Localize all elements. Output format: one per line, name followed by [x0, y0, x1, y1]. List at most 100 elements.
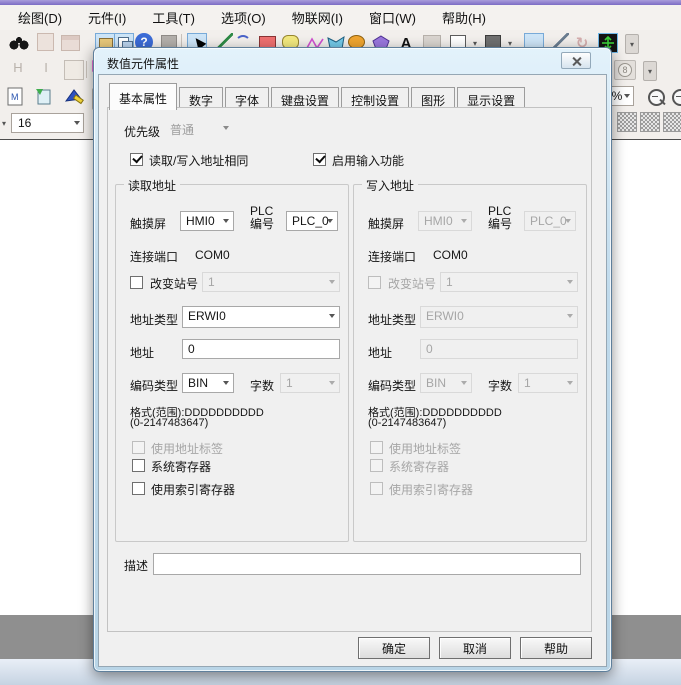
system-register-checkbox[interactable] — [132, 459, 145, 472]
numeric-element-properties-dialog: 数值元件属性 基本属性 数字 字体 键盘设置 控制设置 图形 显示设置 优先级 … — [93, 47, 612, 672]
read-address-group-title: 读取地址 — [124, 177, 180, 194]
menu-draw[interactable]: 绘图(D) — [18, 8, 62, 27]
format-range-line2: (0-2147483647) — [130, 417, 208, 429]
menu-options[interactable]: 选项(O) — [221, 8, 266, 27]
priority-label: 优先级 — [124, 123, 160, 140]
align-horizontal-icon: H — [8, 60, 28, 80]
change-station-label: 改变站号 — [388, 275, 436, 292]
close-button[interactable] — [561, 52, 591, 69]
hmi-label: 触摸屏 — [368, 215, 404, 232]
change-station-checkbox — [368, 276, 381, 289]
use-address-tag-checkbox — [132, 441, 145, 454]
plc-number-label: PLC编号 — [250, 205, 284, 231]
align-vertical-icon: I — [36, 60, 56, 80]
enable-input-label: 启用输入功能 — [332, 152, 404, 169]
find-icon[interactable] — [9, 33, 29, 53]
enable-input-checkbox[interactable] — [313, 153, 326, 166]
plc-number-label: PLC编号 — [488, 205, 522, 231]
menu-iot[interactable]: 物联网(I) — [292, 8, 343, 27]
word-count-label: 字数 — [250, 377, 274, 394]
address-type-label: 地址类型 — [130, 311, 178, 328]
menu-element[interactable]: 元件(I) — [88, 8, 126, 27]
format-range-line2: (0-2147483647) — [368, 417, 446, 429]
read-address-group: 读取地址 触摸屏 HMI0 PLC编号 PLC_0 连接端口 COM0 改变站号… — [115, 184, 349, 542]
ok-button[interactable]: 确定 — [358, 637, 430, 659]
encoding-type-label: 编码类型 — [130, 377, 178, 394]
chevron-down-icon — [74, 121, 80, 125]
system-register-label: 系统寄存器 — [151, 458, 211, 475]
currency-icon: 8 — [614, 60, 636, 80]
station-number-combo: 1 — [202, 272, 340, 292]
port-label: 连接端口 — [130, 248, 178, 265]
tab-basic-properties[interactable]: 基本属性 — [109, 83, 177, 110]
address-type-label: 地址类型 — [368, 311, 416, 328]
station-number-combo: 1 — [440, 272, 578, 292]
system-register-label: 系统寄存器 — [389, 458, 449, 475]
toolbar2-overflow-icon[interactable]: ▾ — [643, 61, 657, 81]
help-button[interactable]: 帮助 — [520, 637, 592, 659]
use-index-register-checkbox — [370, 482, 383, 495]
toolbar-separator — [86, 61, 87, 78]
dialog-client-area: 基本属性 数字 字体 键盘设置 控制设置 图形 显示设置 优先级 普通 读取/写… — [98, 74, 607, 667]
pattern-swatch[interactable] — [617, 112, 637, 132]
encoding-type-combo: BIN — [420, 373, 472, 393]
use-index-register-checkbox[interactable] — [132, 482, 145, 495]
export-icon — [37, 33, 54, 51]
menu-help[interactable]: 帮助(H) — [442, 8, 486, 27]
application-window: 绘图(D) 元件(I) 工具(T) 选项(O) 物联网(I) 窗口(W) 帮助(… — [0, 0, 681, 685]
use-address-tag-label: 使用地址标签 — [389, 440, 461, 457]
hmi-combo[interactable]: HMI0 — [180, 211, 234, 231]
menu-window[interactable]: 窗口(W) — [369, 8, 416, 27]
font-name-dropdown-icon[interactable]: ▾ — [0, 114, 10, 132]
zoom-in-icon[interactable] — [672, 89, 681, 106]
pattern-swatch[interactable] — [640, 112, 660, 132]
address-label: 地址 — [130, 344, 154, 361]
write-address-group: 写入地址 触摸屏 HMI0 PLC编号 PLC_0 连接端口 COM0 改变站号… — [353, 184, 587, 542]
word-count-label: 字数 — [488, 377, 512, 394]
hmi-label: 触摸屏 — [130, 215, 166, 232]
notebook-icon[interactable] — [34, 87, 54, 107]
same-address-label: 读取/写入地址相同 — [149, 152, 248, 169]
use-address-tag-label: 使用地址标签 — [151, 440, 223, 457]
dialog-buttons: 确定 取消 帮助 — [358, 637, 592, 659]
change-station-label: 改变站号 — [150, 275, 198, 292]
word-count-combo: 1 — [518, 373, 578, 393]
pattern-swatch[interactable] — [663, 112, 681, 132]
plc-number-combo: PLC_0 — [524, 211, 576, 231]
address-input — [420, 339, 578, 359]
word-count-combo: 1 — [280, 373, 340, 393]
address-type-combo[interactable]: ERWI0 — [182, 306, 340, 328]
svg-text:M: M — [11, 92, 19, 102]
encoding-type-label: 编码类型 — [368, 377, 416, 394]
system-register-checkbox — [370, 459, 383, 472]
port-value: COM0 — [195, 248, 230, 262]
description-label: 描述 — [124, 557, 148, 574]
wizard-tool-icon[interactable] — [64, 87, 84, 107]
macro-doc-icon[interactable]: M — [6, 87, 26, 107]
port-label: 连接端口 — [368, 248, 416, 265]
same-address-checkbox[interactable] — [130, 153, 143, 166]
description-input[interactable] — [153, 553, 581, 575]
use-index-register-label: 使用索引寄存器 — [389, 481, 473, 498]
zoom-out-icon[interactable] — [648, 89, 665, 106]
menu-tools[interactable]: 工具(T) — [152, 8, 195, 27]
cancel-button[interactable]: 取消 — [439, 637, 511, 659]
address-type-combo: ERWI0 — [420, 306, 578, 328]
address-label: 地址 — [368, 344, 392, 361]
tab-page-basic-properties: 优先级 普通 读取/写入地址相同 启用输入功能 读取地址 触摸屏 HMI0 PL… — [107, 107, 592, 632]
chevron-down-icon — [624, 94, 630, 98]
tab-strip: 基本属性 数字 字体 键盘设置 控制设置 图形 显示设置 — [109, 83, 527, 110]
dialog-title[interactable]: 数值元件属性 — [107, 55, 179, 72]
change-station-checkbox[interactable] — [130, 276, 143, 289]
priority-combo: 普通 — [164, 118, 234, 138]
write-address-group-title: 写入地址 — [362, 177, 418, 194]
toolbar-overflow-icon[interactable]: ▾ — [625, 34, 639, 54]
hmi-combo: HMI0 — [418, 211, 472, 231]
address-input[interactable] — [182, 339, 340, 359]
plc-number-combo[interactable]: PLC_0 — [286, 211, 338, 231]
font-size-combo[interactable]: 16 — [11, 113, 84, 133]
use-index-register-label: 使用索引寄存器 — [151, 481, 235, 498]
use-address-tag-checkbox — [370, 441, 383, 454]
encoding-type-combo[interactable]: BIN — [182, 373, 234, 393]
port-value: COM0 — [433, 248, 468, 262]
